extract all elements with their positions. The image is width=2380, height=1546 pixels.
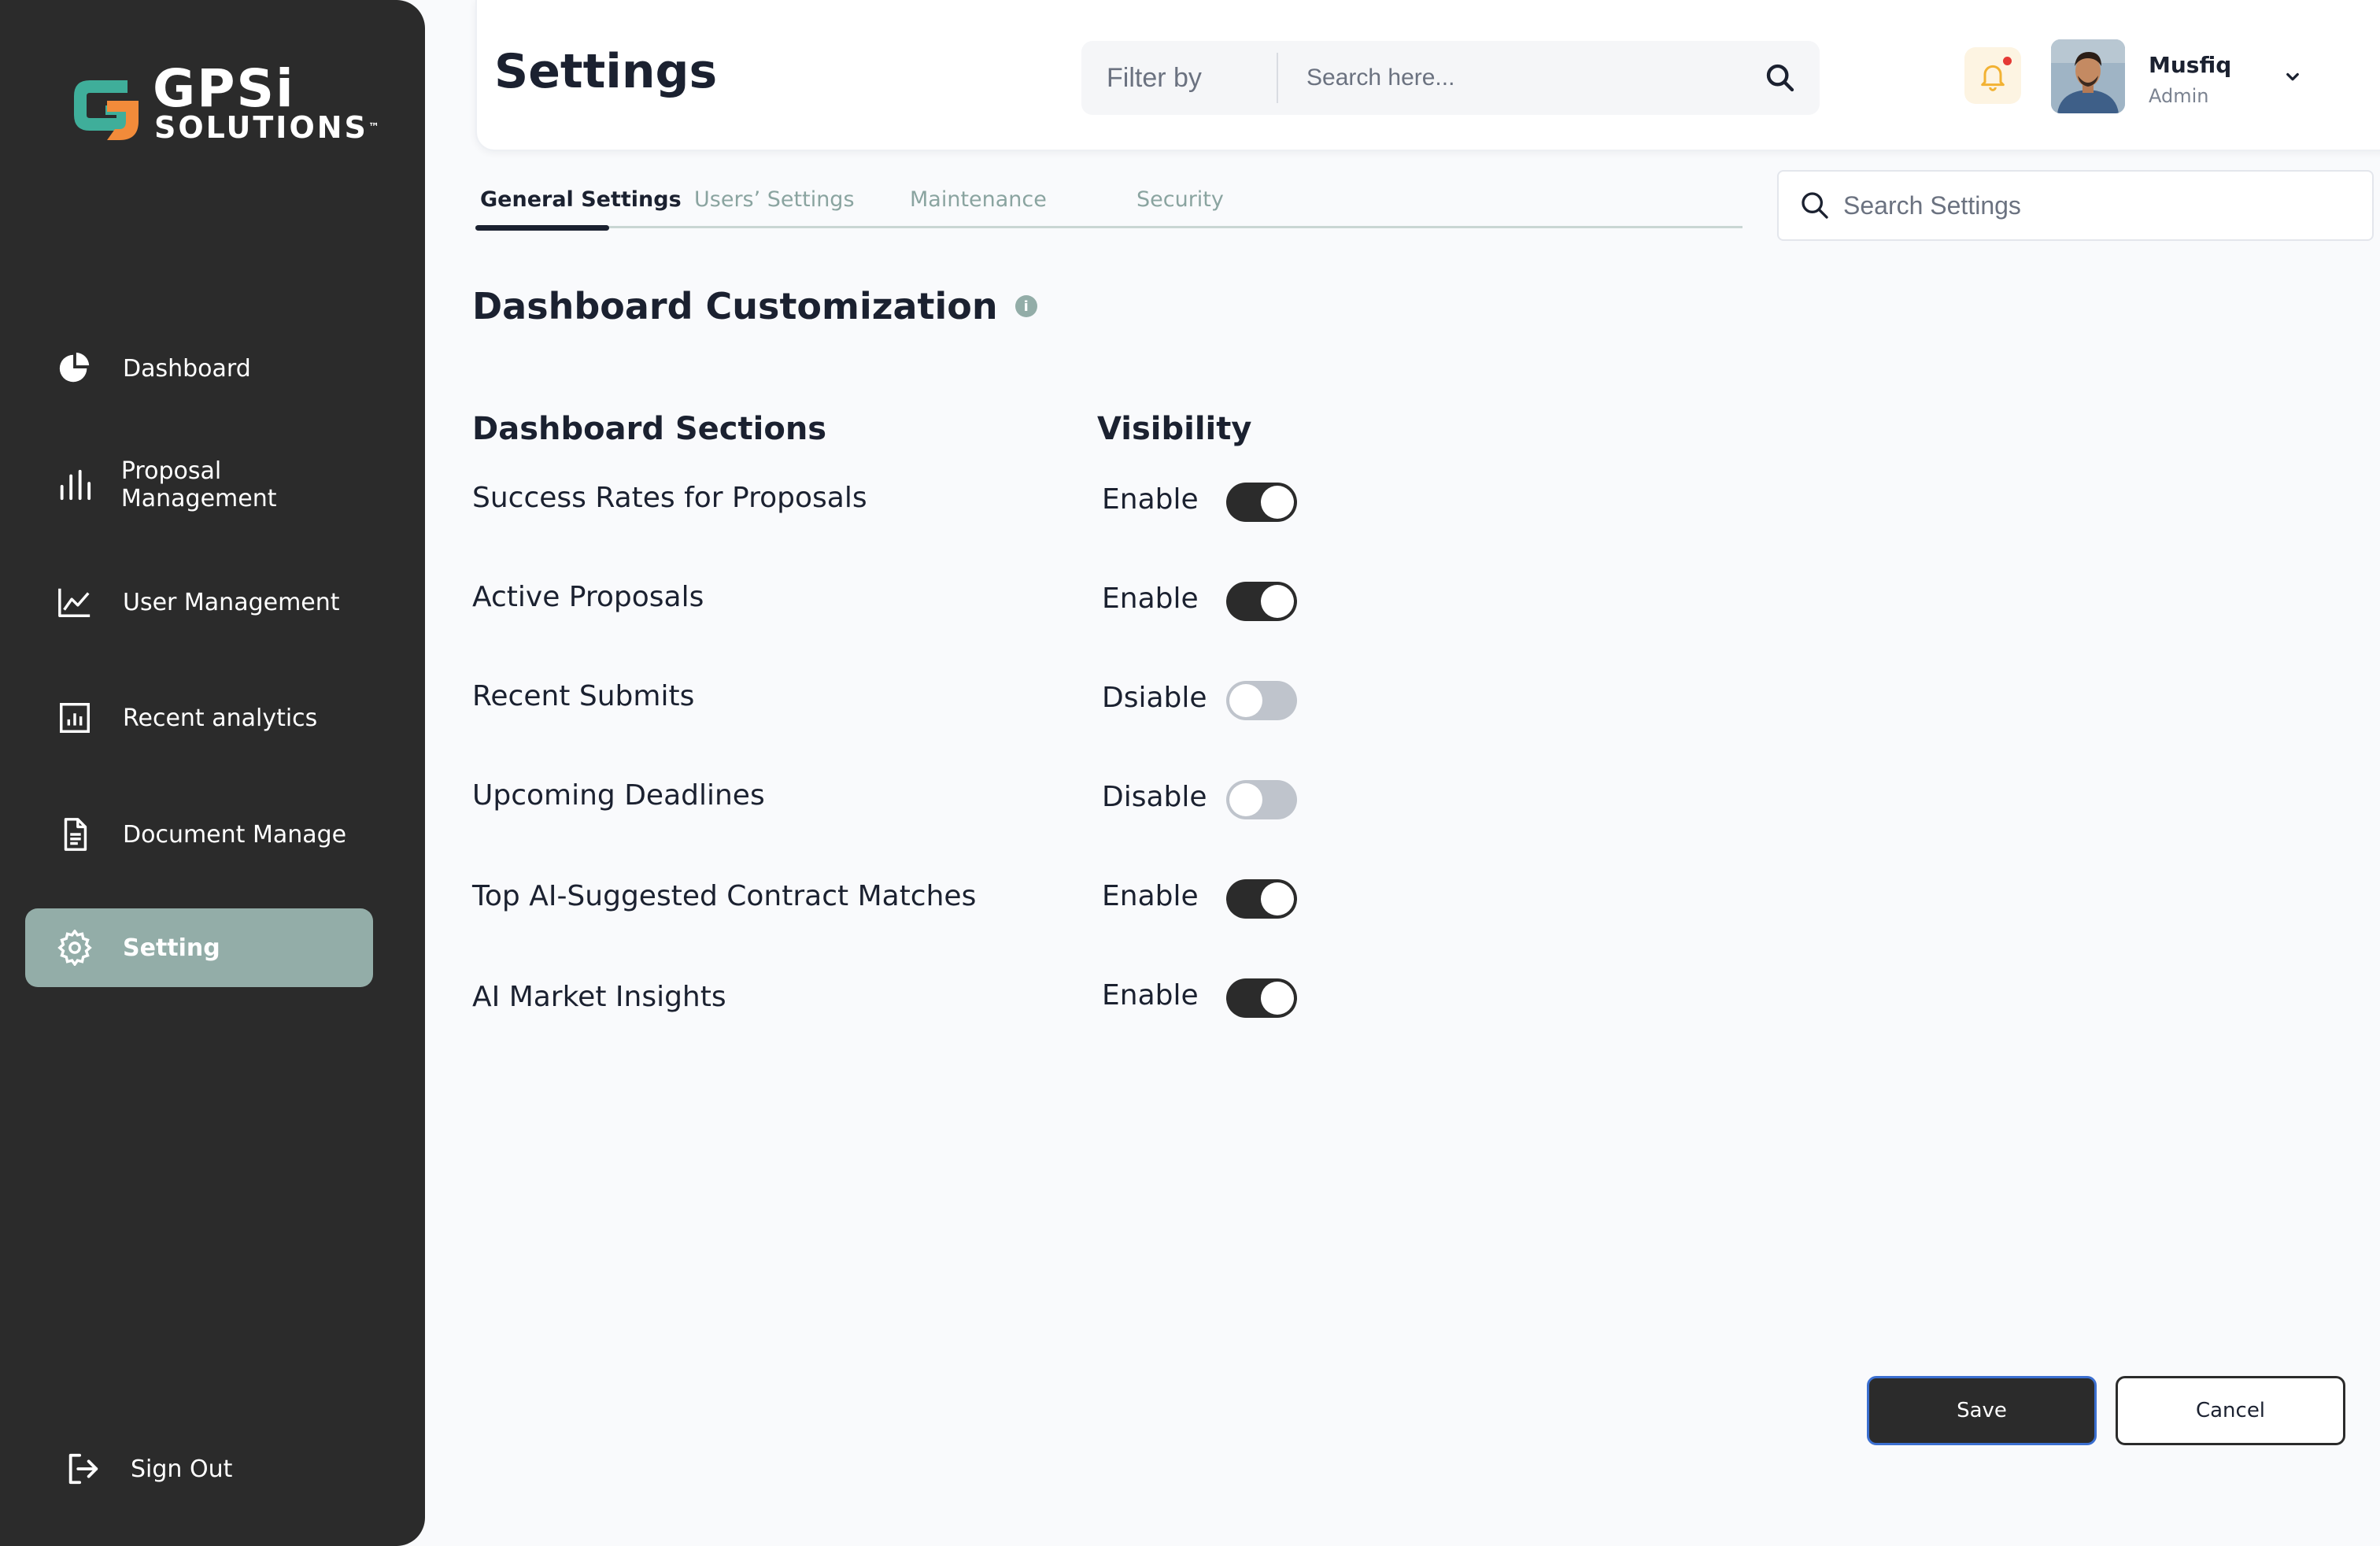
settings-tabs: General Settings Users’ Settings Mainten…	[475, 179, 1743, 231]
sidebar-item-proposal-management[interactable]: Proposal Management	[25, 446, 373, 524]
sidebar-item-label: Document Manage	[123, 820, 347, 849]
visibility-toggle[interactable]	[1226, 681, 1297, 720]
brand-tagline: SOLUTIONS™	[154, 110, 379, 145]
header-search-input[interactable]	[1278, 53, 1741, 103]
avatar[interactable]	[2051, 39, 2125, 113]
logo-mark-icon	[74, 80, 139, 140]
search-button[interactable]	[1741, 41, 1820, 115]
sidebar-item-setting[interactable]: Setting	[25, 908, 373, 987]
app-root: GPSi SOLUTIONS™ Dashboard Proposal Manag…	[0, 0, 2380, 1546]
visibility-toggle[interactable]	[1226, 978, 1297, 1018]
sidebar-item-label: Dashboard	[123, 354, 251, 383]
sidebar-item-label: Setting	[123, 934, 220, 962]
line-chart-icon	[55, 583, 94, 622]
user-role: Admin	[2149, 85, 2209, 107]
section-title-text: Dashboard Customization	[472, 285, 998, 327]
column-header-visibility: Visibility	[1097, 411, 1252, 447]
setting-row-status: Dsiable	[1102, 682, 1207, 714]
search-icon	[1802, 192, 1828, 219]
setting-row-status: Disable	[1102, 781, 1207, 813]
top-header: Settings Filter by Musfiq Admin	[475, 0, 2380, 151]
visibility-toggle[interactable]	[1226, 879, 1297, 919]
info-icon[interactable]: i	[1014, 295, 1037, 317]
sidebar-item-label: Recent analytics	[123, 704, 318, 732]
setting-row-label: AI Market Insights	[472, 981, 726, 1013]
user-name: Musfiq	[2149, 52, 2232, 78]
toggle-knob	[1229, 783, 1262, 816]
sign-out-icon	[63, 1449, 102, 1489]
pie-chart-icon	[55, 349, 94, 388]
tab-maintenance[interactable]: Maintenance	[910, 187, 1047, 212]
notification-dot	[2003, 57, 2012, 65]
sidebar-item-dashboard[interactable]: Dashboard	[25, 329, 373, 408]
setting-row-status: Enable	[1102, 880, 1199, 912]
brand-tagline-text: SOLUTIONS	[154, 110, 368, 145]
setting-row-label: Active Proposals	[472, 581, 704, 613]
brand-name: GPSi	[153, 58, 295, 119]
sidebar-item-label: Proposal Management	[120, 457, 277, 512]
settings-search-box	[1777, 170, 2374, 241]
cancel-button[interactable]: Cancel	[2116, 1376, 2345, 1445]
header-search-bar: Filter by	[1081, 41, 1820, 115]
filter-by-dropdown[interactable]: Filter by	[1081, 53, 1278, 103]
toggle-knob	[1261, 982, 1294, 1015]
setting-row-status: Enable	[1102, 583, 1199, 615]
section-title: Dashboard Customization i	[472, 285, 1037, 327]
tab-users-settings[interactable]: Users’ Settings	[694, 187, 855, 212]
sign-out-label: Sign Out	[131, 1455, 233, 1483]
setting-row-label: Upcoming Deadlines	[472, 779, 765, 812]
trademark-mark: ™	[368, 121, 379, 134]
toggle-knob	[1261, 486, 1294, 519]
bell-icon	[1981, 65, 2005, 91]
setting-row-label: Recent Submits	[472, 680, 695, 712]
chevron-down-icon[interactable]	[2281, 65, 2304, 88]
setting-row-status: Enable	[1102, 979, 1199, 1012]
sidebar-item-user-management[interactable]: User Management	[25, 563, 373, 642]
gear-icon	[55, 928, 94, 967]
save-button[interactable]: Save	[1867, 1376, 2097, 1445]
setting-row-label: Top AI-Suggested Contract Matches	[472, 880, 977, 912]
visibility-toggle[interactable]	[1226, 483, 1297, 522]
brand-logo[interactable]: GPSi SOLUTIONS™	[66, 58, 379, 148]
sidebar-item-label: User Management	[123, 588, 340, 616]
page-title: Settings	[494, 44, 718, 99]
sidebar-item-recent-analytics[interactable]: Recent analytics	[25, 679, 373, 757]
column-header-sections: Dashboard Sections	[472, 411, 827, 447]
toggle-knob	[1261, 585, 1294, 618]
bar-chart-icon	[55, 465, 93, 505]
tab-general-settings[interactable]: General Settings	[480, 187, 682, 212]
notification-button[interactable]	[1964, 47, 2021, 104]
user-photo-icon	[2051, 39, 2125, 113]
document-icon	[55, 815, 94, 854]
settings-search-input[interactable]	[1843, 190, 2372, 220]
toggle-knob	[1229, 684, 1262, 717]
sidebar-item-document-manage[interactable]: Document Manage	[25, 795, 373, 874]
setting-row-label: Success Rates for Proposals	[472, 482, 867, 514]
toggle-knob	[1261, 882, 1294, 915]
setting-row-status: Enable	[1102, 483, 1199, 516]
search-icon	[1766, 64, 1794, 92]
visibility-toggle[interactable]	[1226, 582, 1297, 621]
active-tab-indicator	[475, 225, 609, 231]
sign-out-button[interactable]: Sign Out	[25, 1429, 373, 1508]
tab-security[interactable]: Security	[1136, 187, 1224, 212]
visibility-toggle[interactable]	[1226, 780, 1297, 819]
analytics-icon	[55, 698, 94, 738]
sidebar: GPSi SOLUTIONS™ Dashboard Proposal Manag…	[0, 0, 425, 1546]
